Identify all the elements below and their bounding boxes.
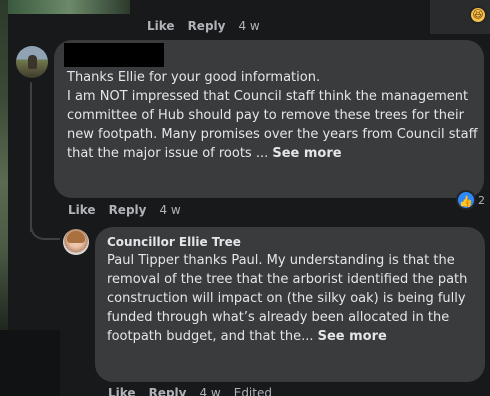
reply-bubble: Councillor Ellie Tree Paul Tipper thanks…	[95, 227, 485, 382]
see-more-link[interactable]: See more	[318, 329, 387, 344]
reaction-summary[interactable]: 👍 2	[456, 190, 485, 210]
previous-comment-actions: Like Reply 4 w	[147, 19, 260, 33]
reply-author-avatar[interactable]	[63, 229, 89, 255]
comment-timestamp[interactable]: 4 w	[238, 19, 259, 33]
reply-button[interactable]: Reply	[149, 386, 187, 396]
see-more-link[interactable]: See more	[272, 146, 341, 161]
reply-author-name[interactable]: Councillor Ellie Tree	[107, 235, 241, 249]
commenter-avatar[interactable]	[16, 46, 48, 78]
background-shadow	[0, 330, 60, 396]
comment-bubble: Thanks Ellie for your good information. …	[54, 40, 484, 198]
reply-button[interactable]: Reply	[188, 19, 226, 33]
comment-timestamp[interactable]: 4 w	[199, 386, 220, 396]
comment-actions: Like Reply 4 w	[68, 203, 181, 217]
avatar-figure	[28, 55, 37, 69]
like-button[interactable]: Like	[108, 386, 136, 396]
reply-text: Paul Tipper thanks Paul. My understandin…	[107, 253, 468, 344]
edited-label[interactable]: Edited	[234, 386, 272, 396]
like-button[interactable]: Like	[68, 203, 96, 217]
comment-body: Thanks Ellie for your good information. …	[67, 68, 479, 163]
reaction-count: 2	[478, 193, 485, 207]
thread-connector-curve	[30, 200, 60, 240]
laughing-emoji-icon[interactable]: 😆	[469, 6, 487, 24]
comment-timestamp[interactable]: 4 w	[159, 203, 180, 217]
thumbs-up-icon: 👍	[456, 190, 476, 210]
background-photo-top	[8, 0, 130, 14]
reply-actions: Like Reply 4 w Edited	[108, 386, 272, 396]
comment-text-line-1: Thanks Ellie for your good information.	[67, 70, 321, 85]
like-button[interactable]: Like	[147, 19, 175, 33]
avatar-hair	[67, 231, 85, 243]
redacted-author-name	[64, 43, 164, 67]
background-photo-strip	[0, 0, 8, 330]
reply-button[interactable]: Reply	[109, 203, 147, 217]
reply-body: Paul Tipper thanks Paul. My understandin…	[107, 251, 479, 346]
